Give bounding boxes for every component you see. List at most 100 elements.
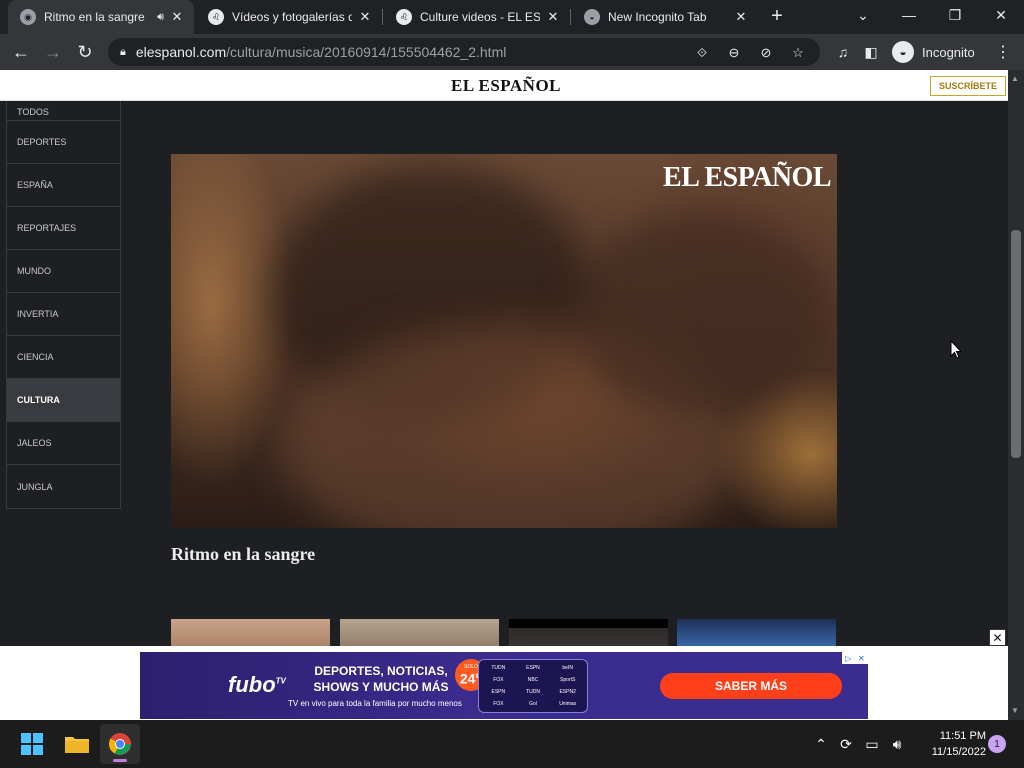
clock-time: 11:51 PM [939, 730, 986, 742]
related-video-thumbnail[interactable] [171, 619, 330, 649]
tab-culture-videos[interactable]: ♌︎ Culture videos - EL ESP ✕ [384, 0, 570, 34]
profile-label: Incognito [922, 44, 975, 60]
channel-logo: ESPN2 [559, 689, 576, 695]
tab-separator [570, 9, 571, 25]
channel-logo: beIN [562, 665, 573, 671]
nav-item-invertia[interactable]: INVERTIA [7, 293, 120, 336]
address-bar[interactable]: 🔒︎ elespanol.com /cultura/musica/2016091… [108, 38, 820, 66]
lock-icon[interactable]: 🔒︎ [120, 46, 126, 59]
nav-item-espana[interactable]: ESPAÑA [7, 164, 120, 207]
windows-logo-icon [21, 733, 43, 755]
ad-subline: TV en vivo para toda la familia por much… [288, 699, 462, 708]
bookmark-star-icon[interactable]: ☆ [788, 43, 808, 63]
adchoices-icon[interactable]: ▷ ✕ [842, 652, 868, 664]
close-tab-icon[interactable]: ✕ [732, 8, 750, 26]
chrome-taskbar-button[interactable] [100, 724, 140, 764]
fubo-ad-banner[interactable]: fuboTV DEPORTES, NOTICIAS, SHOWS Y MUCHO… [140, 652, 868, 719]
video-watermark: EL ESPAÑOL [663, 162, 831, 193]
subscribe-button[interactable]: SUSCRÍBETE [930, 76, 1007, 96]
speaker-icon[interactable]: 🔊︎ [157, 11, 164, 24]
ad-brand: fuboTV [228, 672, 286, 698]
close-tab-icon[interactable]: ✕ [168, 8, 186, 26]
nav-item-deportes[interactable]: DEPORTES [7, 121, 120, 164]
close-tab-icon[interactable]: ✕ [544, 8, 562, 26]
channel-logo: Unimas [559, 701, 577, 707]
close-tab-icon[interactable]: ✕ [356, 8, 374, 26]
nav-item-cultura[interactable]: CULTURA [7, 379, 120, 422]
scroll-up-arrow-icon[interactable]: ▲ [1011, 74, 1019, 83]
video-title: Ritmo en la sangre [171, 544, 316, 564]
nav-item-reportajes[interactable]: REPORTAJES [7, 207, 120, 250]
tracking-protection-icon[interactable]: ⊘ [756, 43, 776, 63]
ad-brand-name: fubo [228, 672, 276, 697]
tab-search-icon[interactable]: ⌄ [840, 0, 886, 30]
nav-item-ciencia[interactable]: CIENCIA [7, 336, 120, 379]
ad-brand-sup: TV [275, 676, 286, 686]
reload-button[interactable]: ↻ [72, 39, 98, 65]
minimize-button[interactable]: — [886, 0, 932, 30]
folder-icon [65, 737, 89, 753]
video-player[interactable]: EL ESPAÑOL [171, 154, 837, 528]
related-video-thumbnail[interactable] [340, 619, 499, 649]
el-espanol-lion-icon: ♌︎ [208, 9, 224, 25]
translate-icon[interactable]: ⟐ [692, 43, 712, 63]
back-button[interactable]: ← [8, 39, 34, 65]
page-content: EL ESPAÑOL SUSCRÍBETE TODOS DEPORTES ESP… [0, 70, 1008, 720]
nav-item-jaleos[interactable]: JALEOS [7, 422, 120, 465]
ad-channel-grid: TUDN ESPN beIN FOX NBC SportS ESPN TUDN … [478, 659, 588, 713]
side-panel-icon[interactable]: ◧ [858, 39, 884, 65]
nav-item-mundo[interactable]: MUNDO [7, 250, 120, 293]
channel-logo: Gol [529, 701, 537, 707]
show-hidden-icons-chevron-icon[interactable]: ⌃ [811, 734, 831, 754]
chrome-logo-icon [109, 733, 131, 755]
nav-item-todos[interactable]: TODOS [7, 101, 120, 121]
channel-logo: ESPN [526, 665, 540, 671]
channel-logo: TUDN [526, 689, 540, 695]
site-logo[interactable]: EL ESPAÑOL [451, 76, 561, 96]
scrollbar-thumb[interactable] [1011, 230, 1021, 458]
zoom-icon[interactable]: ⊖ [724, 43, 744, 63]
tab-title: Vídeos y fotogalerías d [232, 10, 352, 24]
file-explorer-button[interactable] [57, 724, 97, 764]
scroll-down-arrow-icon[interactable]: ▼ [1011, 706, 1019, 715]
tab-strip: ◉ Ritmo en la sangre 🔊︎ ✕ ♌︎ Vídeos y fo… [0, 0, 1024, 34]
el-espanol-lion-icon: ♌︎ [396, 9, 412, 25]
close-window-button[interactable]: ✕ [978, 0, 1024, 30]
channel-logo: ESPN [491, 689, 506, 695]
menu-kebab-icon[interactable]: ⋮ [990, 39, 1016, 65]
notification-badge[interactable]: 1 [988, 735, 1006, 753]
ad-cta-button[interactable]: SABER MÁS [660, 673, 842, 699]
url-domain: elespanol.com [135, 44, 227, 60]
ad-close-button[interactable]: ✕ [989, 629, 1006, 646]
tab-separator [382, 9, 383, 25]
taskbar-clock[interactable]: 11:51 PM 11/15/2022 [914, 728, 986, 760]
browser-toolbar: ← → ↻ 🔒︎ elespanol.com /cultura/musica/2… [0, 34, 1024, 70]
mouse-pointer-icon [950, 340, 962, 359]
start-button[interactable] [12, 724, 52, 764]
tab-ritmo-en-la-sangre[interactable]: ◉ Ritmo en la sangre 🔊︎ ✕ [8, 0, 194, 34]
related-video-thumbnail[interactable] [677, 619, 836, 649]
windows-taskbar: ⌃ ⟳ ▭ 🔊︎ 11:51 PM 11/15/2022 1 [0, 720, 1024, 768]
forward-button[interactable]: → [40, 39, 66, 65]
active-app-indicator [113, 759, 127, 762]
nav-item-jungla[interactable]: JUNGLA [7, 465, 120, 508]
media-control-icon[interactable]: ♫ [830, 39, 856, 65]
section-nav: TODOS DEPORTES ESPAÑA REPORTAJES MUNDO I… [6, 101, 121, 509]
tab-title: Culture videos - EL ESP [420, 10, 540, 24]
incognito-profile-button[interactable]: ◒ Incognito [892, 39, 975, 65]
ad-headline: DEPORTES, NOTICIAS, SHOWS Y MUCHO MÁS [313, 664, 449, 694]
tab-videos-fotogalerias[interactable]: ♌︎ Vídeos y fotogalerías d ✕ [196, 0, 382, 34]
channel-logo: FOX [493, 677, 504, 683]
new-tab-button[interactable]: + [766, 6, 788, 28]
network-icon[interactable]: ▭ [862, 734, 882, 754]
sync-icon[interactable]: ⟳ [836, 734, 856, 754]
incognito-avatar-icon: ◒ [892, 41, 914, 63]
page-scrollbar[interactable]: ▲ ▼ [1008, 70, 1024, 720]
volume-icon[interactable]: 🔊︎ [887, 734, 907, 754]
channel-logo: TUDN [491, 665, 506, 671]
related-video-thumbnail[interactable] [509, 619, 668, 649]
tab-title: Ritmo en la sangre [44, 10, 145, 24]
restore-button[interactable]: ❐ [932, 0, 978, 30]
tab-new-incognito[interactable]: ◒ New Incognito Tab ✕ [572, 0, 758, 34]
clock-date: 11/15/2022 [931, 746, 986, 758]
